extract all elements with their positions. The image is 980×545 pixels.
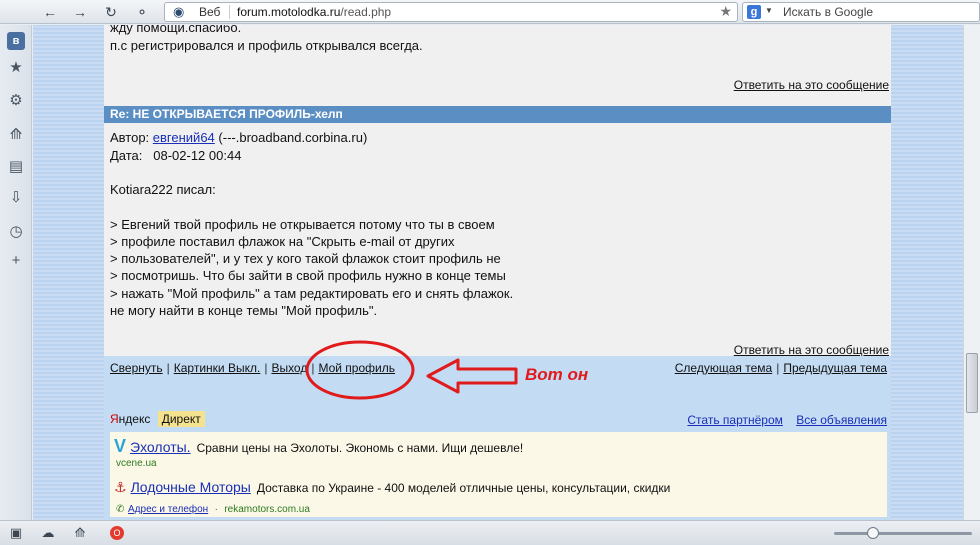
ad-item: V Эхолоты. Сравни цены на Эхолоты. Экономь… <box>114 436 523 457</box>
chevron-down-icon[interactable]: ▼ <box>765 6 773 15</box>
images-off-link[interactable]: Картинки Выкл. <box>174 361 261 375</box>
post-line: > посмотришь. Что бы зайти в свой профил… <box>110 268 506 283</box>
date-value: 08-02-12 00:44 <box>153 148 242 163</box>
vcene-logo-icon: V <box>114 436 127 456</box>
bookmarks-star-icon[interactable]: ★ <box>6 58 26 78</box>
back-icon[interactable]: ← <box>40 3 60 21</box>
yandex-logo-first: Я <box>110 412 119 426</box>
ad-title-link[interactable]: Эхолоты. <box>130 439 191 455</box>
prev-topic-link[interactable]: Предыдущая тема <box>783 361 887 375</box>
post-header: Re: НЕ ОТКРЫВАЕТСЯ ПРОФИЛЬ-хелп <box>104 106 891 123</box>
post-line: > пользователей", и у тех у кого такой ф… <box>110 251 501 266</box>
become-partner-link[interactable]: Стать партнёром <box>687 413 783 427</box>
reply-link-top[interactable]: Ответить на это сообщение <box>734 78 889 92</box>
yandex-logo[interactable]: Яндекс <box>110 412 150 426</box>
post-line: > нажать "Мой профиль" а там редактирова… <box>110 286 514 301</box>
share-icon[interactable]: ⟰ <box>6 125 26 145</box>
nav-right: Следующая тема | Предыдущая тема <box>675 361 887 375</box>
post-line: > профиле поставил флажок на "Скрыть e-m… <box>110 234 455 249</box>
address-bar[interactable]: ◉ Веб forum.motolodka.ru/read.php ★ <box>164 2 738 22</box>
date-label: Дата: <box>110 148 143 163</box>
zoom-slider-knob[interactable] <box>866 527 879 539</box>
post-line: > Евгений твой профиль не открывается по… <box>110 217 495 232</box>
url-path: /read.php <box>340 5 392 19</box>
share-icon[interactable]: ⟰ <box>70 524 90 542</box>
bookmark-star-icon[interactable]: ★ <box>719 3 732 20</box>
scrollbar-thumb[interactable] <box>966 353 978 413</box>
prev-post-line-1: жду помощи.спасибо. <box>110 25 242 35</box>
add-panel-icon[interactable]: + <box>6 251 26 271</box>
nav-separator: | <box>166 361 170 375</box>
annotation-text: Вот он <box>525 365 589 384</box>
browser-toolbar: ← → ↻ ⚬ ◉ Веб forum.motolodka.ru/read.ph… <box>0 0 980 24</box>
notes-icon[interactable]: ▤ <box>6 157 26 177</box>
post-author-row: Автор: евгений64 (---.broadband.corbina.… <box>110 130 367 145</box>
nav-left: Свернуть | Картинки Выкл. | Выход | Мой профил… <box>110 361 395 375</box>
author-label: Автор: <box>110 130 150 145</box>
ad-description: Доставка по Украине - 400 моделей отличн… <box>256 481 671 495</box>
history-clock-icon[interactable]: ◷ <box>6 222 26 242</box>
ad-contact-row: ✆ Адрес и телефон · rekamotors.com.ua <box>116 500 310 515</box>
search-box[interactable]: g ▼ Искать в Google <box>742 2 980 22</box>
next-topic-link[interactable]: Следующая тема <box>675 361 772 375</box>
address-url[interactable]: forum.motolodka.ru/read.php <box>237 5 391 19</box>
post-date-row: Дата: 08-02-12 00:44 <box>110 148 241 163</box>
vk-icon[interactable]: в <box>7 32 25 50</box>
reload-icon[interactable]: ↻ <box>101 3 121 21</box>
topic-nav-bar: Свернуть | Картинки Выкл. | Выход | Мой профил… <box>104 356 891 386</box>
forward-icon[interactable]: → <box>70 3 90 21</box>
yandex-logo-rest: ндекс <box>118 412 151 426</box>
address-prefix: Веб <box>199 5 221 19</box>
prev-post-line-2: п.с регистрировался и профиль открывался… <box>110 38 423 53</box>
ad-contact-link[interactable]: Адрес и телефон <box>128 504 208 515</box>
globe-icon: ◉ <box>173 4 185 19</box>
opera-icon[interactable]: O <box>110 526 124 540</box>
ad-domain[interactable]: rekamotors.com.ua <box>224 504 310 515</box>
address-separator <box>229 5 230 19</box>
sidebar: в ★ ⚙ ⟰ ▤ ⇩ ◷ + <box>0 25 32 520</box>
author-host: (---.broadband.corbina.ru) <box>218 130 368 145</box>
ad-domain[interactable]: vcene.ua <box>116 458 157 469</box>
cloud-icon[interactable]: ☁ <box>38 524 58 542</box>
phone-icon: ✆ <box>116 504 125 515</box>
ad-header: Яндекс Директ <box>110 411 205 427</box>
vertical-scrollbar[interactable] <box>963 25 980 520</box>
nav-separator: | <box>264 361 268 375</box>
anchor-logo-icon: ⚓ <box>114 479 127 495</box>
ad-links: Стать партнёром Все объявления <box>677 413 887 427</box>
key-icon[interactable]: ⚬ <box>132 3 152 21</box>
ad-box: V Эхолоты. Сравни цены на Эхолоты. Экономь… <box>110 432 887 517</box>
gear-icon[interactable]: ⚙ <box>6 91 26 111</box>
ad-item: ⚓ Лодочные Моторы Доставка по Украине - 40… <box>114 479 670 496</box>
status-bar: ▣ ☁ ⟰ O <box>0 520 980 545</box>
url-host: forum.motolodka.ru <box>237 5 341 19</box>
collapse-link[interactable]: Свернуть <box>110 361 163 375</box>
nav-separator: | <box>776 361 780 375</box>
search-placeholder: Искать в Google <box>783 5 874 19</box>
reply-link-bottom[interactable]: Ответить на это сообщение <box>734 343 889 357</box>
panel-toggle-icon[interactable]: ▣ <box>6 524 26 542</box>
author-link[interactable]: евгений64 <box>153 130 215 145</box>
direct-label[interactable]: Директ <box>157 411 205 427</box>
yandex-direct-ads: Яндекс Директ Стать партнёром Все объявл… <box>104 386 891 520</box>
ad-domain-separator: · <box>211 504 221 515</box>
zoom-slider[interactable] <box>834 527 972 539</box>
forum-page: жду помощи.спасибо. п.с регистрировался … <box>104 25 891 520</box>
downloads-icon[interactable]: ⇩ <box>6 188 26 208</box>
ad-description: Сравни цены на Эхолоты. Экономь с нами. … <box>196 441 524 455</box>
nav-separator: | <box>311 361 315 375</box>
quote-intro: Kotiara222 писал: <box>110 182 216 197</box>
all-ads-link[interactable]: Все объявления <box>796 413 887 427</box>
logout-link[interactable]: Выход <box>271 361 307 375</box>
page-viewport: жду помощи.спасибо. п.с регистрировался … <box>33 25 963 520</box>
post-line: не могу найти в конце темы "Мой профиль"… <box>110 303 378 318</box>
my-profile-link[interactable]: Мой профиль <box>318 361 395 375</box>
ad-title-link[interactable]: Лодочные Моторы <box>131 479 251 495</box>
google-icon[interactable]: g <box>747 5 761 19</box>
